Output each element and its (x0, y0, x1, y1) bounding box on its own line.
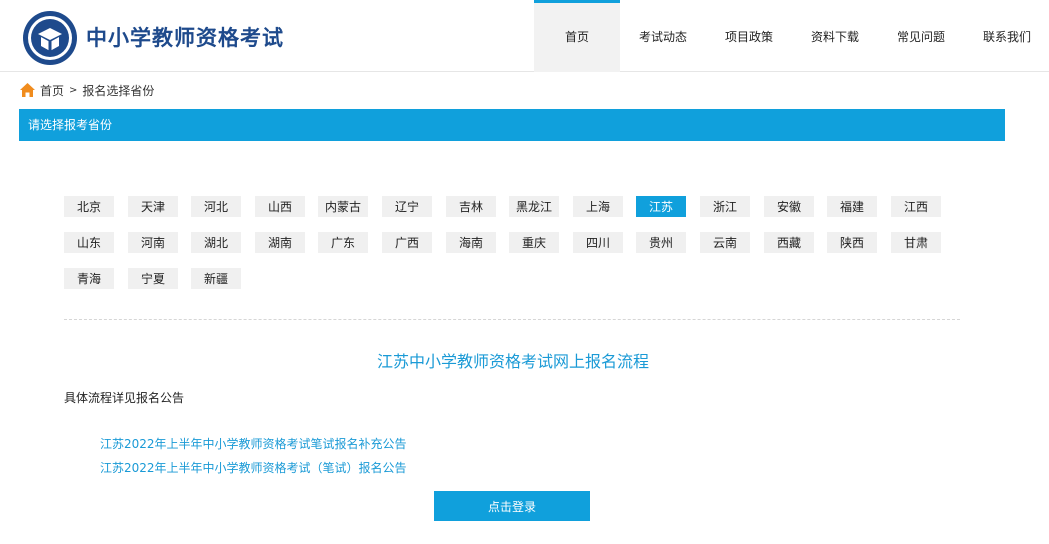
province-button[interactable]: 宁夏 (128, 268, 178, 289)
province-button[interactable]: 浙江 (700, 196, 750, 217)
province-button[interactable]: 江西 (891, 196, 941, 217)
home-icon (20, 83, 35, 97)
province-button[interactable]: 贵州 (636, 232, 686, 253)
province-button[interactable]: 山西 (255, 196, 305, 217)
province-button[interactable]: 陕西 (827, 232, 877, 253)
province-button[interactable]: 新疆 (191, 268, 241, 289)
login-button[interactable]: 点击登录 (434, 491, 590, 521)
province-button[interactable]: 广东 (318, 232, 368, 253)
province-button[interactable]: 重庆 (509, 232, 559, 253)
province-button[interactable]: 内蒙古 (318, 196, 368, 217)
nav-item[interactable]: 资料下载 (792, 0, 878, 72)
province-button[interactable]: 黑龙江 (509, 196, 559, 217)
main-nav: 首页 考试动态 项目政策 资料下载 常见问题 联系我们 (534, 0, 1049, 72)
dashed-divider (64, 319, 960, 320)
announcement-links: 江苏2022年上半年中小学教师资格考试笔试报名补充公告 江苏2022年上半年中小… (100, 432, 407, 480)
province-button[interactable]: 河北 (191, 196, 241, 217)
province-button[interactable]: 四川 (573, 232, 623, 253)
site-header: 中小学教师资格考试 首页 考试动态 项目政策 资料下载 常见问题 联系我们 (0, 0, 1049, 72)
province-button[interactable]: 福建 (827, 196, 877, 217)
breadcrumb: 首页 > 报名选择省份 (20, 82, 154, 98)
flow-title: 江苏中小学教师资格考试网上报名流程 (376, 352, 649, 371)
province-button[interactable]: 甘肃 (891, 232, 941, 253)
province-button[interactable]: 北京 (64, 196, 114, 217)
breadcrumb-current: 报名选择省份 (82, 83, 155, 98)
province-button[interactable]: 江苏 (636, 196, 686, 217)
section-title-bar: 请选择报考省份 (19, 109, 1005, 141)
province-button[interactable]: 青海 (64, 268, 114, 289)
province-button[interactable]: 天津 (128, 196, 178, 217)
flow-detail-text: 具体流程详见报名公告 (64, 391, 185, 405)
nav-item[interactable]: 联系我们 (964, 0, 1049, 72)
logo-emblem-icon (23, 11, 77, 65)
breadcrumb-separator: > (69, 84, 78, 96)
province-button[interactable]: 广西 (382, 232, 432, 253)
announcement-link[interactable]: 江苏2022年上半年中小学教师资格考试（笔试）报名公告 (100, 456, 407, 480)
nav-item[interactable]: 首页 (534, 0, 620, 72)
province-button[interactable]: 湖北 (191, 232, 241, 253)
site-title: 中小学教师资格考试 (86, 26, 284, 50)
province-button[interactable]: 云南 (700, 232, 750, 253)
province-button[interactable]: 河南 (128, 232, 178, 253)
nav-item[interactable]: 项目政策 (706, 0, 792, 72)
province-button[interactable]: 辽宁 (382, 196, 432, 217)
nav-item[interactable]: 考试动态 (620, 0, 706, 72)
nav-item[interactable]: 常见问题 (878, 0, 964, 72)
province-button[interactable]: 海南 (446, 232, 496, 253)
province-button[interactable]: 西藏 (764, 232, 814, 253)
breadcrumb-home-link[interactable]: 首页 (40, 82, 64, 99)
province-button[interactable]: 湖南 (255, 232, 305, 253)
province-button[interactable]: 上海 (573, 196, 623, 217)
province-button[interactable]: 安徽 (764, 196, 814, 217)
province-button[interactable]: 山东 (64, 232, 114, 253)
announcement-link[interactable]: 江苏2022年上半年中小学教师资格考试笔试报名补充公告 (100, 432, 407, 456)
province-button[interactable]: 吉林 (446, 196, 496, 217)
